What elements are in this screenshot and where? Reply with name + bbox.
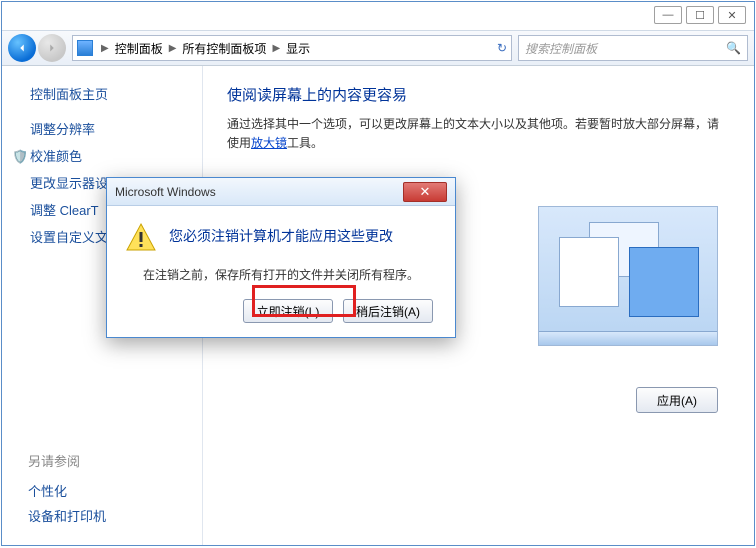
logoff-later-button[interactable]: 稍后注销(A) <box>343 299 433 323</box>
see-also-personalization[interactable]: 个性化 <box>28 478 106 503</box>
chevron-right-icon: ▶ <box>270 43 282 54</box>
dialog-titlebar[interactable]: Microsoft Windows ✕ <box>107 178 455 206</box>
dialog-title-text: Microsoft Windows <box>115 185 216 199</box>
see-also-devices-printers[interactable]: 设备和打印机 <box>28 503 106 528</box>
arrow-left-icon <box>15 41 29 55</box>
apply-button[interactable]: 应用(A) <box>636 387 718 413</box>
chevron-right-icon: ▶ <box>167 43 179 54</box>
close-window-button[interactable]: ✕ <box>718 6 746 24</box>
back-button[interactable] <box>8 34 36 62</box>
refresh-icon[interactable]: ↻ <box>497 41 507 55</box>
logoff-now-button[interactable]: 立即注销(L) <box>243 299 333 323</box>
shield-icon: 🛡️ <box>12 149 26 163</box>
search-input[interactable]: 搜索控制面板 🔍 <box>518 35 748 61</box>
breadcrumb[interactable]: ▶ 控制面板 ▶ 所有控制面板项 ▶ 显示 ↻ <box>72 35 512 61</box>
sidebar-item-calibrate-color[interactable]: 🛡️ 校准颜色 <box>2 142 202 169</box>
dialog-close-button[interactable]: ✕ <box>403 182 447 202</box>
sidebar-item-resolution[interactable]: 调整分辨率 <box>2 115 202 142</box>
dialog-message: 在注销之前，保存所有打开的文件并关闭所有程序。 <box>125 266 437 283</box>
window-controls: — ☐ ✕ <box>2 2 754 30</box>
preview-window-icon <box>559 237 619 307</box>
sidebar-title[interactable]: 控制面板主页 <box>2 84 202 115</box>
preview-taskbar-icon <box>539 331 717 345</box>
close-icon: ✕ <box>420 184 431 200</box>
forward-button <box>38 34 66 62</box>
warning-icon <box>125 222 157 254</box>
display-preview <box>538 206 718 346</box>
preview-window-icon <box>629 247 699 317</box>
see-also-header: 另请参阅 <box>28 451 106 470</box>
page-heading: 使阅读屏幕上的内容更容易 <box>227 84 730 105</box>
magnifier-link[interactable]: 放大镜 <box>251 136 287 150</box>
arrow-right-icon <box>45 41 59 55</box>
dialog-heading: 您必须注销计算机才能应用这些更改 <box>169 226 393 246</box>
breadcrumb-item[interactable]: 控制面板 <box>111 40 167 57</box>
maximize-button[interactable]: ☐ <box>686 6 714 24</box>
search-placeholder: 搜索控制面板 <box>525 40 597 57</box>
control-panel-icon <box>77 40 93 56</box>
navigation-bar: ▶ 控制面板 ▶ 所有控制面板项 ▶ 显示 ↻ 搜索控制面板 🔍 <box>2 30 754 66</box>
minimize-button[interactable]: — <box>654 6 682 24</box>
breadcrumb-item[interactable]: 所有控制面板项 <box>178 40 270 57</box>
see-also-section: 另请参阅 个性化 设备和打印机 <box>28 451 106 528</box>
chevron-right-icon: ▶ <box>99 43 111 54</box>
logoff-dialog: Microsoft Windows ✕ 您必须注销计算机才能应用这些更改 在注销… <box>106 177 456 338</box>
page-description: 通过选择其中一个选项，可以更改屏幕上的文本大小以及其他项。若要暂时放大部分屏幕，… <box>227 115 730 153</box>
breadcrumb-item[interactable]: 显示 <box>282 40 314 57</box>
search-icon[interactable]: 🔍 <box>726 41 741 55</box>
